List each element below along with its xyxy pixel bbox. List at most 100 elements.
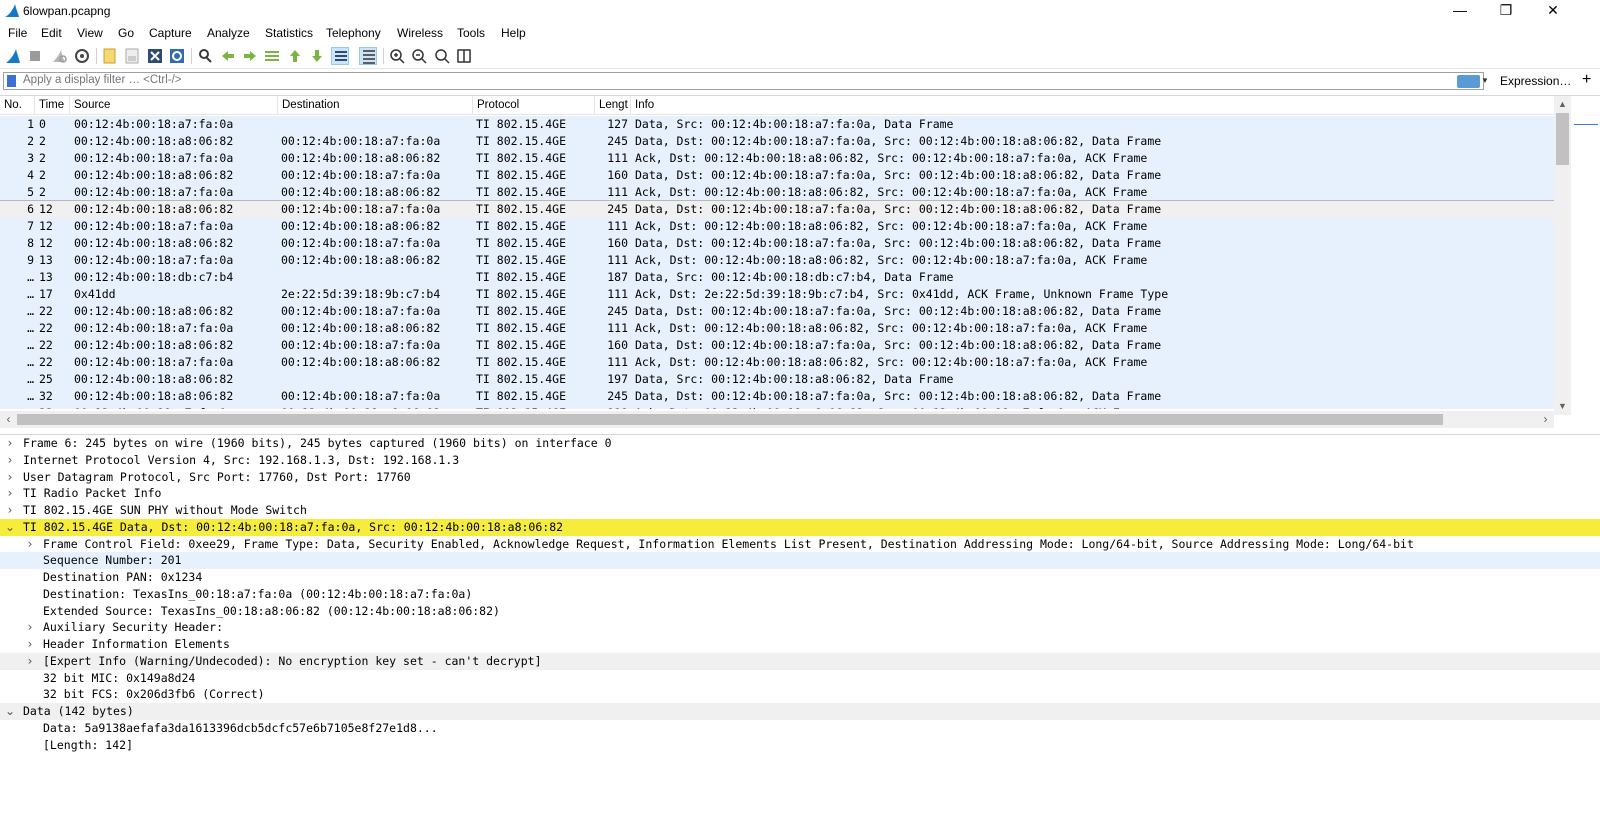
expand-chevron-icon[interactable]: ›: [4, 469, 16, 486]
column-header-time[interactable]: Time: [35, 96, 70, 115]
packet-list-horizontal-scrollbar[interactable]: ‹ ›: [0, 411, 1554, 428]
options-gear-icon[interactable]: [73, 47, 91, 65]
minimize-button[interactable]: —: [1437, 0, 1483, 23]
packet-list-vertical-scrollbar[interactable]: ▲ ▼: [1554, 96, 1571, 415]
packet-minimap[interactable]: [1571, 96, 1600, 415]
menu-capture[interactable]: Capture: [149, 26, 192, 40]
find-packet-icon[interactable]: [196, 47, 214, 65]
packet-row[interactable]: … 22 00:12:4b:00:18:a8:06:82 00:12:4b:00:18…: [0, 303, 1554, 320]
detail-tree-item[interactable]: › Header Information Elements: [0, 636, 1600, 653]
close-button[interactable]: ✕: [1530, 0, 1576, 23]
open-folder-icon[interactable]: [101, 47, 119, 65]
stop-icon[interactable]: [26, 47, 44, 65]
detail-tree-item[interactable]: › Auxiliary Security Header:: [0, 619, 1600, 636]
packet-row[interactable]: … 25 00:12:4b:00:18:a8:06:82 TI 802.15.4GE 1…: [0, 371, 1554, 388]
packet-row[interactable]: 3 2 00:12:4b:00:18:a7:fa:0a 00:12:4b:00:18:…: [0, 150, 1554, 167]
scroll-down-icon[interactable]: ▼: [1554, 398, 1571, 415]
detail-tree-item[interactable]: › [Expert Info (Warning/Undecoded): No en…: [0, 652, 1600, 670]
packet-row[interactable]: 5 2 00:12:4b:00:18:a7:fa:0a 00:12:4b:00:18:…: [0, 184, 1554, 201]
detail-tree-item[interactable]: › TI 802.15.4GE SUN PHY without Mode Swit…: [0, 502, 1600, 519]
display-filter-field[interactable]: [3, 72, 1484, 90]
detail-tree-item[interactable]: Sequence Number: 201: [0, 552, 1600, 570]
menu-file[interactable]: File: [8, 26, 27, 40]
expand-chevron-icon[interactable]: ›: [4, 452, 16, 469]
scroll-up-icon[interactable]: ▲: [1554, 96, 1571, 113]
zoom-normal-icon[interactable]: [433, 47, 451, 65]
zoom-out-icon[interactable]: [410, 47, 428, 65]
expand-chevron-icon[interactable]: ›: [24, 619, 36, 636]
packet-row[interactable]: … 22 00:12:4b:00:18:a8:06:82 00:12:4b:00:18…: [0, 337, 1554, 354]
reload-icon[interactable]: [168, 47, 186, 65]
menu-go[interactable]: Go: [118, 26, 134, 40]
packet-row[interactable]: … 22 00:12:4b:00:18:a7:fa:0a 00:12:4b:00:18…: [0, 354, 1554, 371]
colorize-icon[interactable]: [359, 47, 377, 65]
column-header-protocol[interactable]: Protocol: [473, 96, 595, 115]
menu-tools[interactable]: Tools: [457, 26, 485, 40]
expand-chevron-icon[interactable]: ›: [4, 502, 16, 519]
detail-tree-item[interactable]: › Internet Protocol Version 4, Src: 192.1…: [0, 452, 1600, 469]
scrollbar-thumb[interactable]: [1556, 113, 1569, 165]
menu-statistics[interactable]: Statistics: [265, 26, 313, 40]
bookmark-icon[interactable]: [7, 75, 16, 87]
expand-chevron-icon[interactable]: ›: [4, 485, 16, 502]
detail-tree-item[interactable]: › Frame Control Field: 0xee29, Frame Type…: [0, 536, 1600, 553]
detail-tree-item[interactable]: › User Datagram Protocol, Src Port: 17760…: [0, 469, 1600, 486]
menu-telephony[interactable]: Telephony: [326, 26, 381, 40]
shark-fin-start-icon[interactable]: [4, 47, 22, 65]
detail-tree-item[interactable]: ⌄ TI 802.15.4GE Data, Dst: 00:12:4b:00:18…: [0, 518, 1600, 536]
packet-row[interactable]: 7 12 00:12:4b:00:18:a7:fa:0a 00:12:4b:00:18…: [0, 218, 1554, 235]
menu-wireless[interactable]: Wireless: [397, 26, 443, 40]
go-forward-icon[interactable]: [241, 47, 259, 65]
expand-chevron-icon[interactable]: ›: [24, 536, 36, 553]
expand-chevron-icon[interactable]: ›: [4, 435, 16, 452]
detail-tree-item[interactable]: › TI Radio Packet Info: [0, 485, 1600, 502]
go-back-icon[interactable]: [219, 47, 237, 65]
filter-history-dropdown-icon[interactable]: ▼: [1481, 72, 1492, 90]
detail-tree-item[interactable]: › Frame 6: 245 bytes on wire (1960 bits),…: [0, 435, 1600, 452]
column-header-destination[interactable]: Destination: [278, 96, 473, 115]
collapse-chevron-icon[interactable]: ⌄: [4, 519, 16, 536]
detail-tree-item[interactable]: 32 bit MIC: 0x149a8d24: [0, 670, 1600, 687]
scrollbar-thumb[interactable]: [17, 414, 1443, 425]
packet-row[interactable]: … 22 00:12:4b:00:18:a7:fa:0a 00:12:4b:00:18…: [0, 320, 1554, 337]
resize-columns-icon[interactable]: [455, 47, 473, 65]
restart-icon[interactable]: [50, 47, 68, 65]
column-header-source[interactable]: Source: [70, 96, 278, 115]
display-filter-input[interactable]: [23, 74, 1323, 86]
menu-view[interactable]: View: [77, 26, 103, 40]
menu-edit[interactable]: Edit: [41, 26, 62, 40]
detail-tree-item[interactable]: Destination PAN: 0x1234: [0, 569, 1600, 586]
close-file-icon[interactable]: [146, 47, 164, 65]
column-header-no[interactable]: No.: [0, 96, 35, 115]
column-header-info[interactable]: Info: [631, 96, 1554, 115]
add-filter-button[interactable]: +: [1582, 71, 1591, 89]
detail-tree-item[interactable]: Extended Source: TexasIns_00:18:a8:06:82…: [0, 603, 1600, 620]
packet-row[interactable]: 9 13 00:12:4b:00:18:a7:fa:0a 00:12:4b:00:18…: [0, 252, 1554, 269]
expand-chevron-icon[interactable]: ›: [24, 653, 36, 670]
scroll-left-icon[interactable]: ‹: [0, 411, 17, 428]
packet-row[interactable]: … 17 0x41dd 2e:22:5d:39:18:9b:c7:b4 TI 802.1…: [0, 286, 1554, 303]
apply-filter-arrow-icon[interactable]: [1457, 75, 1480, 88]
collapse-chevron-icon[interactable]: ⌄: [4, 703, 16, 720]
detail-tree-item[interactable]: 32 bit FCS: 0x206d3fb6 (Correct): [0, 686, 1600, 703]
packet-row[interactable]: … 13 00:12:4b:00:18:db:c7:b4 TI 802.15.4GE 1…: [0, 269, 1554, 286]
menu-analyze[interactable]: Analyze: [207, 26, 250, 40]
menu-help[interactable]: Help: [501, 26, 526, 40]
packet-row[interactable]: 1 0 00:12:4b:00:18:a7:fa:0a TI 802.15.4GE 12…: [0, 116, 1554, 133]
packet-row[interactable]: 4 2 00:12:4b:00:18:a8:06:82 00:12:4b:00:18:…: [0, 167, 1554, 184]
packet-row[interactable]: … 32 00:12:4b:00:18:a8:06:82 00:12:4b:00:18…: [0, 388, 1554, 405]
packet-row-selected[interactable]: 6 12 00:12:4b:00:18:a8:06:82 00:12:4b:00:18…: [0, 200, 1554, 219]
go-first-icon[interactable]: [286, 47, 304, 65]
scroll-right-icon[interactable]: ›: [1537, 411, 1554, 428]
column-header-length[interactable]: Lengt: [595, 96, 631, 115]
detail-tree-item[interactable]: Data: 5a9138aefafa3da1613396dcb5dcfc57e6…: [0, 720, 1600, 737]
expand-chevron-icon[interactable]: ›: [24, 636, 36, 653]
detail-tree-item[interactable]: Destination: TexasIns_00:18:a7:fa:0a (00…: [0, 586, 1600, 603]
packet-row[interactable]: 8 12 00:12:4b:00:18:a8:06:82 00:12:4b:00:18…: [0, 235, 1554, 252]
packet-row[interactable]: 2 2 00:12:4b:00:18:a8:06:82 00:12:4b:00:18:…: [0, 133, 1554, 150]
go-last-icon[interactable]: [308, 47, 326, 65]
autoscroll-icon[interactable]: [331, 47, 349, 65]
save-file-icon[interactable]: [123, 47, 141, 65]
packet-row[interactable]: … 3300:12:4b:00:18:a7:fa:0a00:12:4b:00:18…: [0, 405, 1554, 409]
zoom-in-icon[interactable]: [388, 47, 406, 65]
